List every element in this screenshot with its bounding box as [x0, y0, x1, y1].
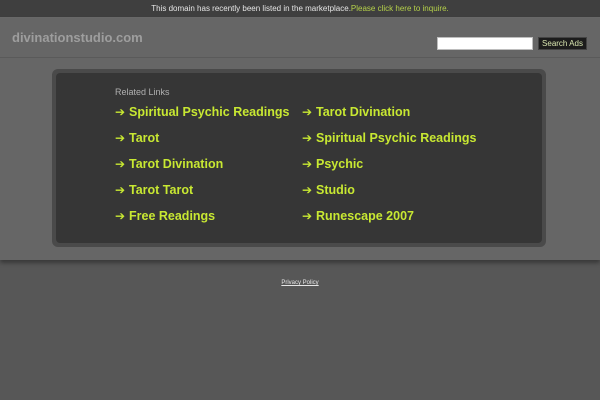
arrow-right-icon: ➔ [302, 209, 313, 223]
search-ads-button[interactable]: Search Ads [538, 37, 587, 50]
related-link-studio[interactable]: ➔ Studio [302, 181, 355, 199]
related-link-label: Tarot [129, 131, 160, 145]
related-link-label: Spiritual Psychic Readings [316, 131, 477, 145]
related-link-tarot-tarot[interactable]: ➔ Tarot Tarot [115, 181, 193, 199]
related-link-spiritual-psychic-readings-2[interactable]: ➔ Spiritual Psychic Readings [302, 129, 476, 147]
related-link-label: Tarot Divination [129, 157, 224, 171]
arrow-right-icon: ➔ [302, 131, 313, 145]
arrow-right-icon: ➔ [115, 105, 126, 119]
marketplace-notice-bar: This domain has recently been listed in … [0, 0, 600, 18]
search-input[interactable] [437, 37, 533, 50]
arrow-right-icon: ➔ [115, 183, 126, 197]
related-link-tarot[interactable]: ➔ Tarot [115, 129, 159, 147]
related-link-label: Spiritual Psychic Readings [129, 105, 290, 119]
related-link-label: Runescape 2007 [316, 209, 414, 223]
inquire-link[interactable]: Please click here to inquire. [351, 4, 449, 13]
related-link-label: Tarot Divination [316, 105, 411, 119]
related-link-spiritual-psychic-readings[interactable]: ➔ Spiritual Psychic Readings [115, 103, 289, 121]
related-link-tarot-divination[interactable]: ➔ Tarot Divination [115, 155, 223, 173]
related-link-label: Free Readings [129, 209, 216, 223]
related-link-label: Psychic [316, 157, 364, 171]
arrow-right-icon: ➔ [115, 157, 126, 171]
header-divider [0, 57, 600, 58]
footer: Privacy Policy [0, 279, 600, 287]
related-links-panel: Related Links ➔ Spiritual Psychic Reading… [56, 73, 542, 243]
arrow-right-icon: ➔ [302, 157, 313, 171]
marketplace-notice-text: This domain has recently been listed in … [151, 4, 351, 13]
related-link-tarot-divination-2[interactable]: ➔ Tarot Divination [302, 103, 410, 121]
site-name: divinationstudio.com [12, 30, 143, 45]
privacy-policy-link[interactable]: Privacy Policy [281, 280, 318, 286]
arrow-right-icon: ➔ [115, 209, 126, 223]
related-links-heading: Related Links [115, 87, 170, 97]
related-link-runescape-2007[interactable]: ➔ Runescape 2007 [302, 207, 414, 225]
related-link-label: Studio [316, 183, 355, 197]
arrow-right-icon: ➔ [302, 105, 313, 119]
related-link-psychic[interactable]: ➔ Psychic [302, 155, 363, 173]
arrow-right-icon: ➔ [302, 183, 313, 197]
arrow-right-icon: ➔ [115, 131, 126, 145]
related-link-label: Tarot Tarot [129, 183, 194, 197]
related-link-free-readings[interactable]: ➔ Free Readings [115, 207, 215, 225]
